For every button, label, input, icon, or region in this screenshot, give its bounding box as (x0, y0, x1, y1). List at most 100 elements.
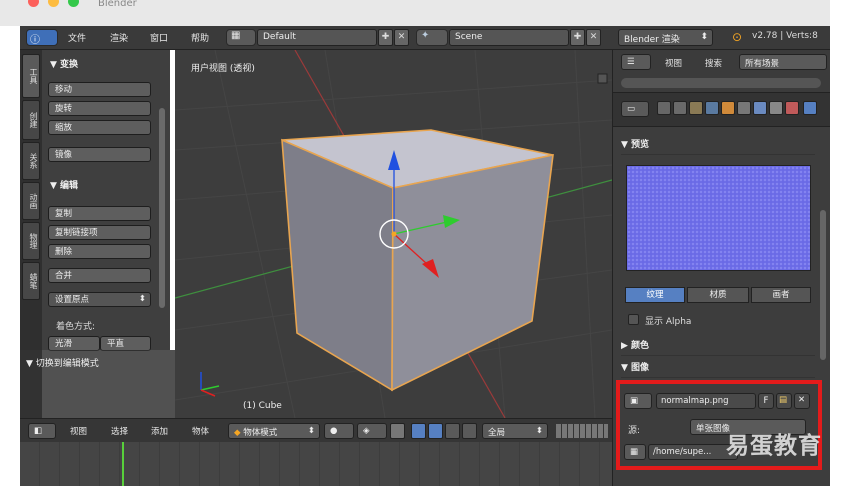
texture-tab-icon[interactable] (803, 101, 817, 115)
properties-editor-type-button[interactable]: ▭ (621, 101, 649, 117)
preview-panel-header[interactable]: ▼ 预览 (621, 137, 815, 155)
data-tab-icon[interactable] (769, 101, 783, 115)
render-engine-select[interactable]: Blender 渲染 ⬍ (618, 29, 713, 46)
tab-relations[interactable]: 关系 (22, 142, 40, 180)
shade-flat-button[interactable]: 平直 (100, 336, 151, 351)
source-value: 单张图像 (696, 424, 731, 434)
translate-button[interactable]: 移动 (48, 82, 151, 97)
image-panel-header[interactable]: ▼ 图像 (621, 360, 815, 378)
outliner-search-field[interactable] (621, 78, 821, 88)
transform-panel-header[interactable]: ▼ 变换 (50, 57, 78, 70)
set-origin-value: 设置原点 (55, 295, 90, 305)
tab-animation[interactable]: 动画 (22, 182, 40, 220)
tab-texture[interactable]: 纹理 (625, 287, 685, 303)
tab-both[interactable]: 画者 (751, 287, 811, 303)
delete-button[interactable]: 删除 (48, 244, 151, 259)
info-editor-type-button[interactable]: ⓘ (26, 29, 58, 46)
layout-add-icon[interactable]: ✚ (378, 29, 393, 46)
material-tab-icon[interactable] (785, 101, 799, 115)
menu-file[interactable]: 文件 (68, 31, 86, 44)
tab-tools[interactable]: 工具 (22, 54, 40, 98)
fake-user-button[interactable]: F (758, 393, 774, 409)
viewport-header: ◧ 视图 选择 添加 物体 ◆ 物体模式 ⬍ ● ◈ 全局 ⬍ (20, 418, 612, 442)
timeline-area[interactable] (20, 442, 612, 486)
viewport-scene (175, 50, 612, 418)
layout-grid-icon: ▦ (231, 30, 241, 41)
scale-manipulator-icon[interactable] (445, 423, 460, 439)
translate-manipulator-icon[interactable] (411, 423, 426, 439)
edit-panel-header[interactable]: ▼ 编辑 (50, 178, 78, 191)
viewport-editor-type-button[interactable]: ◧ (28, 423, 56, 439)
rotate-button[interactable]: 旋转 (48, 101, 151, 116)
properties-context-tabs: ▭ (613, 93, 831, 127)
menu-window[interactable]: 窗口 (150, 31, 168, 44)
layout-remove-icon[interactable]: ✕ (394, 29, 409, 46)
unlink-image-icon[interactable]: ✕ (794, 393, 810, 409)
outliner-menu-search[interactable]: 搜索 (705, 57, 722, 69)
window-title: Blender (98, 0, 137, 9)
tab-material[interactable]: 材质 (687, 287, 749, 303)
rotate-manipulator-icon[interactable] (428, 423, 443, 439)
tab-create[interactable]: 创建 (22, 100, 40, 140)
outliner-menu-view[interactable]: 视图 (665, 57, 682, 69)
layout-name-field[interactable]: Default (257, 29, 377, 46)
outliner-header: ☰ 视图 搜索 所有场景 (613, 50, 831, 93)
minimize-window-icon[interactable] (48, 0, 59, 7)
operator-panel-header[interactable]: ▼ 切换到编辑模式 (26, 356, 99, 369)
show-alpha-checkbox[interactable] (628, 314, 639, 325)
render-tab-icon[interactable] (657, 101, 671, 115)
world-tab-icon[interactable] (705, 101, 719, 115)
constraints-tab-icon[interactable] (737, 101, 751, 115)
menu-select[interactable]: 选择 (111, 425, 128, 437)
scene-tab-icon[interactable] (689, 101, 703, 115)
viewport-shading-select[interactable]: ● (324, 423, 354, 439)
pivot-icon: ◈ (363, 426, 370, 436)
cube-front-face[interactable] (391, 153, 554, 392)
modifiers-tab-icon[interactable] (753, 101, 767, 115)
current-frame-indicator[interactable] (122, 442, 124, 486)
outliner-filter-select[interactable]: 所有场景 (739, 54, 827, 70)
open-image-icon[interactable]: ▤ (776, 393, 792, 409)
manipulator-toggle-icon[interactable] (390, 423, 405, 439)
scene-remove-icon[interactable]: ✕ (586, 29, 601, 46)
colors-panel-header[interactable]: ▶ 颜色 (621, 338, 815, 356)
duplicate-linked-button[interactable]: 复制链接项 (48, 225, 151, 240)
pivot-point-select[interactable]: ◈ (357, 423, 387, 439)
tool-shelf-scrollbar[interactable] (159, 108, 165, 308)
manipulator-extra-icon[interactable] (462, 423, 477, 439)
transform-orientation-select[interactable]: 全局 ⬍ (482, 423, 548, 439)
join-button[interactable]: 合并 (48, 268, 151, 283)
outliner-editor-type-button[interactable]: ☰ (621, 54, 651, 70)
layers-grid[interactable] (556, 424, 608, 438)
image-filepath-field[interactable]: /home/supe... (648, 444, 738, 460)
close-window-icon[interactable] (28, 0, 39, 7)
menu-add[interactable]: 添加 (151, 425, 168, 437)
mode-select[interactable]: ◆ 物体模式 ⬍ (228, 423, 320, 439)
menu-object[interactable]: 物体 (192, 425, 209, 437)
scene-name-field[interactable]: Scene (449, 29, 569, 46)
tab-physics[interactable]: 物理 (22, 222, 40, 260)
tab-grease-pencil[interactable]: 蜡笔 (22, 262, 40, 300)
scene-browse-button[interactable]: ✦ (416, 29, 448, 46)
layout-browse-button[interactable]: ▦ (226, 29, 256, 46)
mirror-button[interactable]: 镜像 (48, 147, 151, 162)
menu-render[interactable]: 渲染 (110, 31, 128, 44)
properties-scrollbar[interactable] (820, 210, 826, 360)
filepath-pack-icon[interactable]: ▦ (624, 444, 646, 460)
image-browse-button[interactable]: ▣ (624, 393, 652, 409)
menu-view[interactable]: 视图 (70, 425, 87, 437)
set-origin-select[interactable]: 设置原点 ⬍ (48, 292, 151, 307)
chevron-updown-icon: ⬍ (138, 294, 146, 304)
viewport-properties-toggle-icon[interactable] (597, 73, 608, 84)
layers-tab-icon[interactable] (673, 101, 687, 115)
scale-button[interactable]: 缩放 (48, 120, 151, 135)
image-name-field[interactable]: normalmap.png (656, 393, 756, 409)
maximize-window-icon[interactable] (68, 0, 79, 7)
scene-stats: v2.78 | Verts:8 (752, 31, 818, 41)
shade-smooth-button[interactable]: 光滑 (48, 336, 100, 351)
3d-viewport[interactable]: 用户视图 (透视) (1) Cube (175, 50, 612, 418)
duplicate-button[interactable]: 复制 (48, 206, 151, 221)
scene-add-icon[interactable]: ✚ (570, 29, 585, 46)
object-tab-icon[interactable] (721, 101, 735, 115)
menu-help[interactable]: 帮助 (191, 31, 209, 44)
